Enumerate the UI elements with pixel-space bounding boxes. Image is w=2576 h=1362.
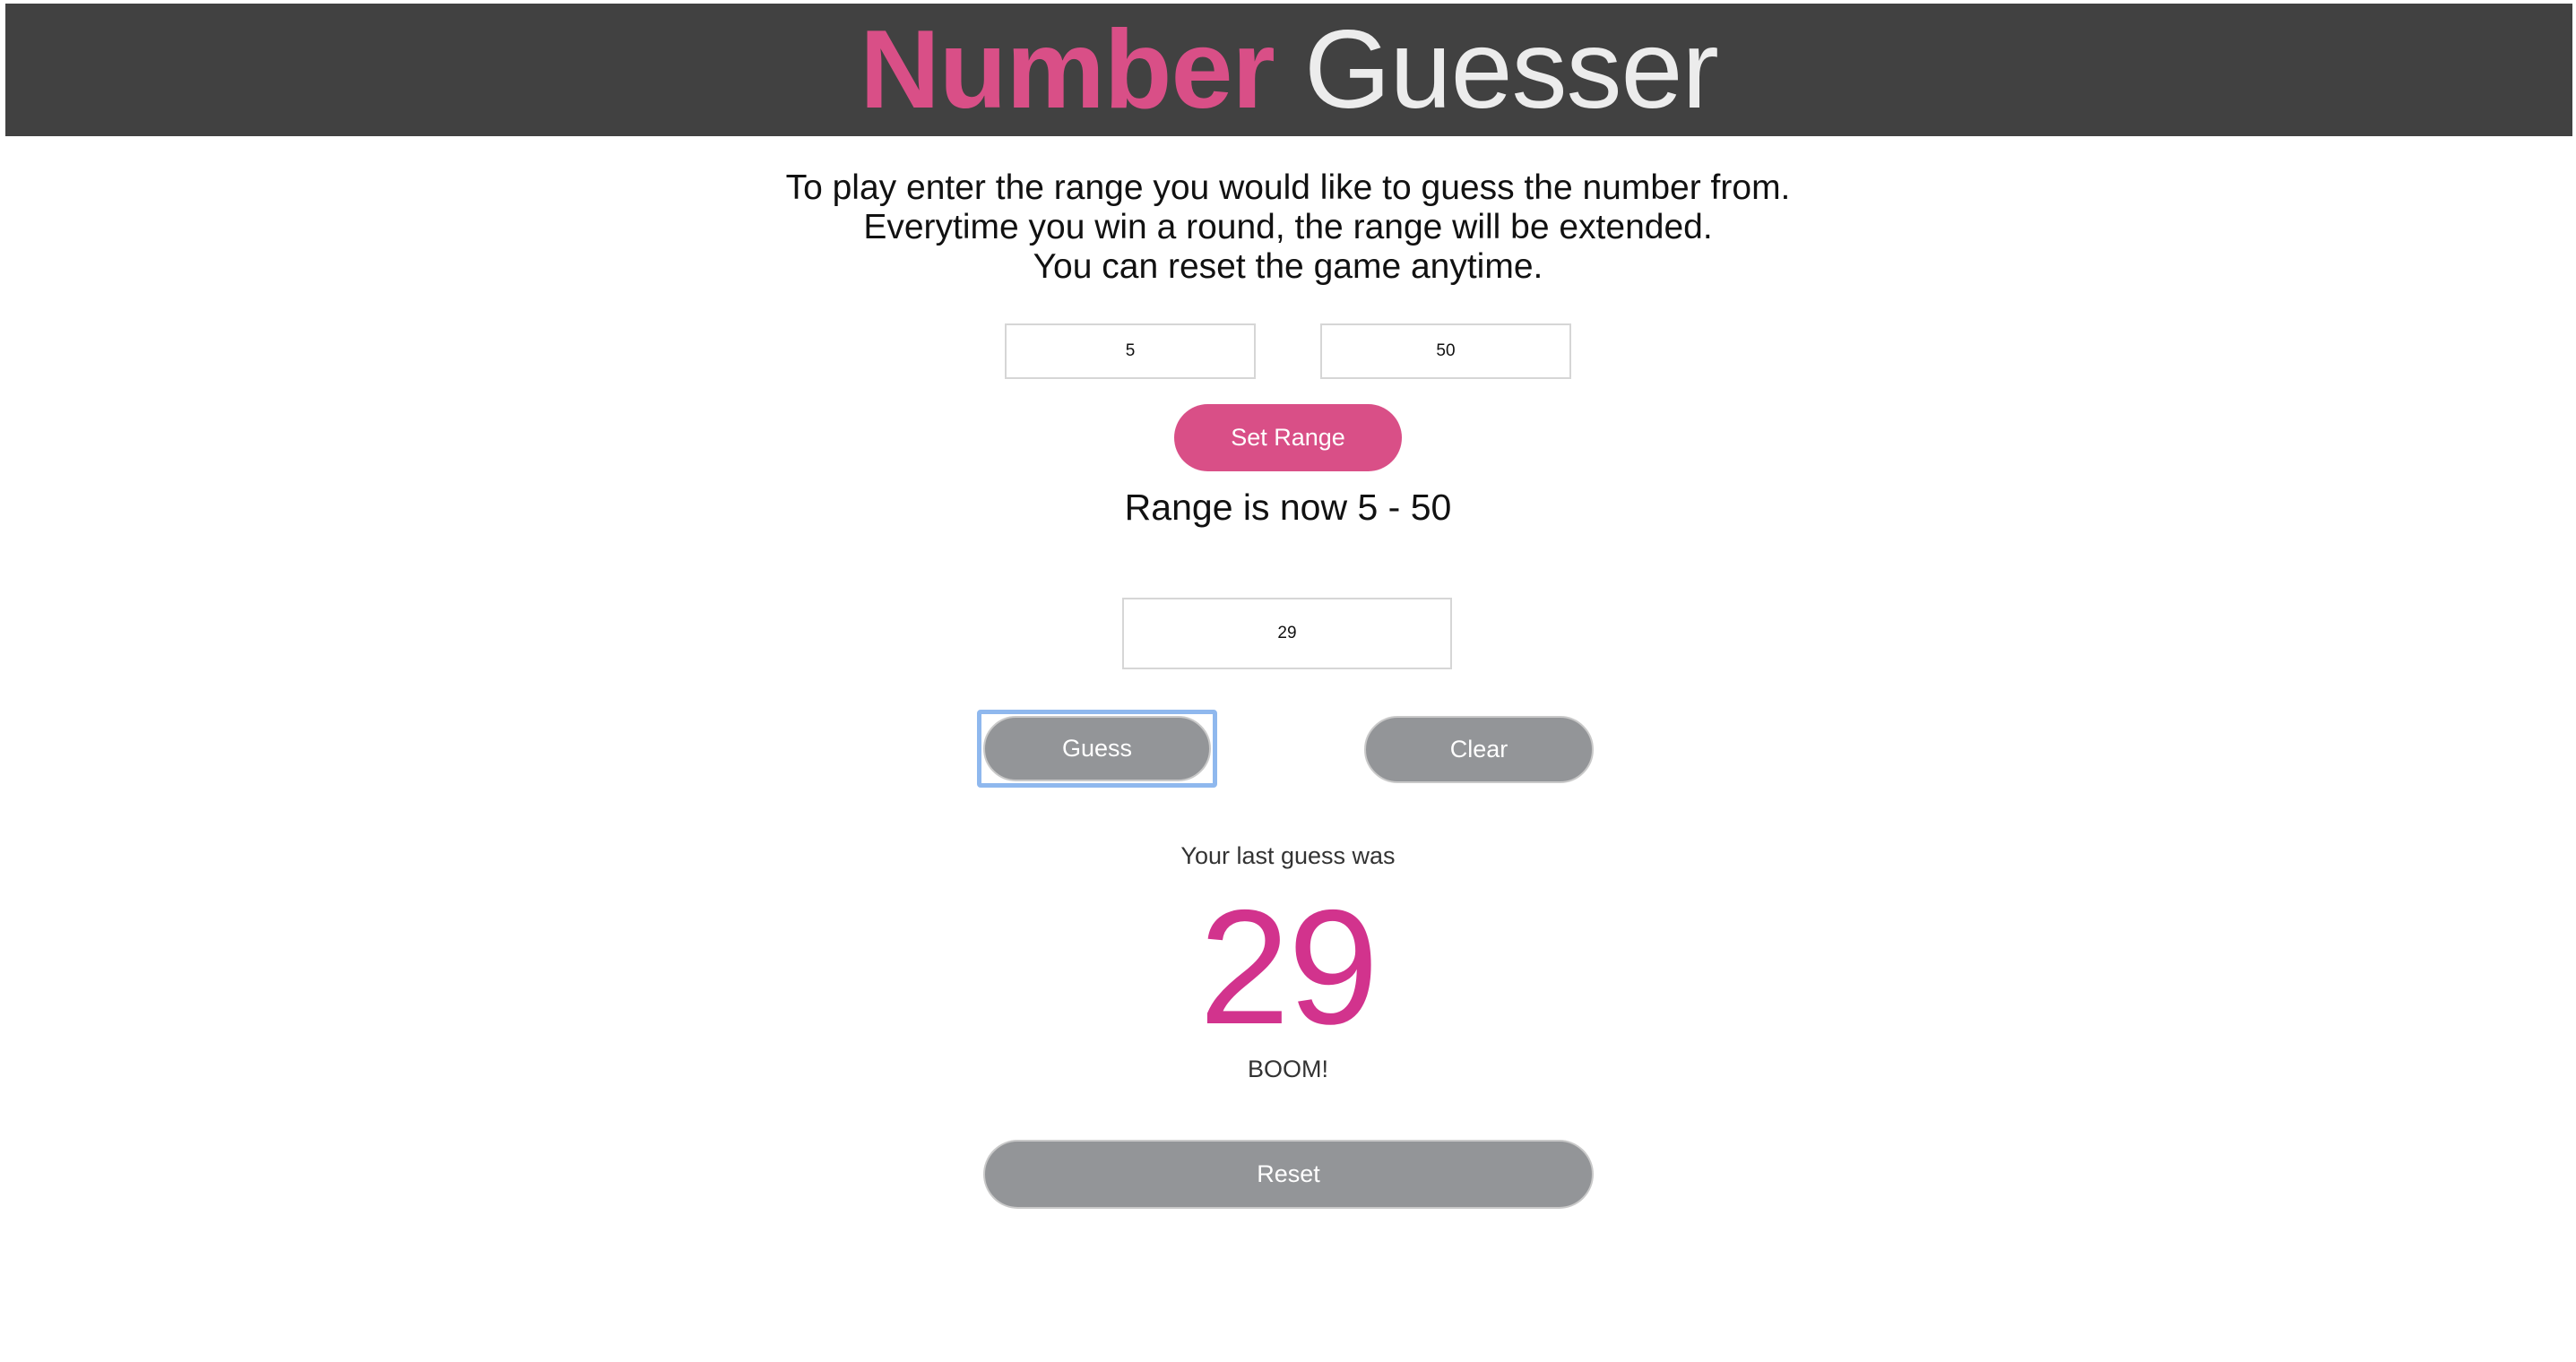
result-message: BOOM! [1247,1056,1328,1082]
instructions-line: You can reset the game anytime. [1033,247,1543,286]
range-status: Range is now 5 - 50 [1124,487,1452,528]
guess-input[interactable] [1122,598,1452,669]
app-header: Number Guesser [5,4,2572,136]
set-range-button[interactable]: Set Range [1174,404,1402,471]
instructions: To play enter the range you would like t… [0,168,2576,287]
instructions-line: Everytime you win a round, the range wil… [863,208,1713,246]
app-title: Number Guesser [860,14,1719,125]
reset-button[interactable]: Reset [983,1140,1594,1209]
instructions-line: To play enter the range you would like t… [785,168,1791,207]
app-title-rest: Guesser [1304,8,1719,132]
clear-button[interactable]: Clear [1364,716,1594,783]
last-guess-value: 29 [1198,875,1379,1058]
last-guess-label: Your last guess was [1180,842,1396,869]
range-max-input[interactable] [1320,323,1571,379]
guess-button[interactable]: Guess [983,716,1211,781]
range-min-input[interactable] [1005,323,1256,379]
app-title-accent: Number [860,8,1275,132]
number-guesser-page: Number Guesser To play enter the range y… [0,0,2576,1362]
